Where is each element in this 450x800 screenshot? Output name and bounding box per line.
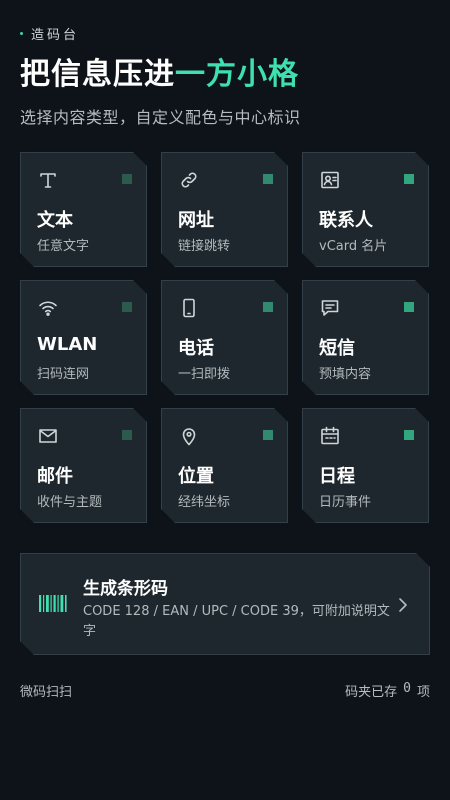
phone-icon [178, 297, 200, 319]
link-icon [178, 169, 200, 191]
saved-count-suffix: 项 [416, 685, 430, 700]
card-description: 链接跳转 [178, 239, 231, 254]
card-indicator [263, 174, 273, 184]
card-description: 收件与主题 [37, 495, 103, 510]
mail-icon [37, 425, 59, 447]
card-indicator [122, 174, 132, 184]
card-title: 短信 [319, 338, 355, 359]
brand-dot-icon [20, 32, 23, 35]
calendar-icon [319, 425, 341, 447]
card-indicator [122, 302, 132, 312]
card-description: 预填内容 [319, 367, 372, 382]
page-title-accent: 一方小格 [175, 57, 299, 92]
card-title: 电话 [178, 338, 214, 359]
saved-count-prefix: 码夹已存 [345, 685, 398, 700]
saved-count-number: 0 [403, 681, 411, 696]
card-title: 日程 [319, 466, 355, 487]
card-wlan[interactable]: WLAN 扫码连网 [20, 280, 147, 395]
card-title: 文本 [37, 210, 73, 231]
card-indicator [263, 430, 273, 440]
card-contact[interactable]: 联系人 vCard 名片 [302, 152, 429, 267]
card-sms[interactable]: 短信 预填内容 [302, 280, 429, 395]
saved-count[interactable]: 码夹已存 0 项 [345, 681, 430, 700]
card-indicator [263, 302, 273, 312]
text-icon [37, 169, 59, 191]
card-text[interactable]: 文本 任意文字 [20, 152, 147, 267]
card-indicator [404, 302, 414, 312]
card-url[interactable]: 网址 链接跳转 [161, 152, 288, 267]
app-root: 造码台 把信息压进一方小格 选择内容类型，自定义配色与中心标识 文本 任意文字 … [0, 0, 450, 800]
contact-card-icon [319, 169, 341, 191]
chevron-right-icon [397, 596, 409, 614]
card-description: 任意文字 [37, 239, 90, 254]
card-email[interactable]: 邮件 收件与主题 [20, 408, 147, 523]
message-icon [319, 297, 341, 319]
card-description: vCard 名片 [319, 239, 388, 254]
card-description: 经纬坐标 [178, 495, 231, 510]
card-title: 网址 [178, 210, 214, 231]
card-description: 一扫即拨 [178, 367, 231, 382]
location-pin-icon [178, 425, 200, 447]
barcode-generator-card[interactable]: 生成条形码 CODE 128 / EAN / UPC / CODE 39，可附加… [20, 553, 430, 655]
card-indicator [404, 430, 414, 440]
card-indicator [404, 174, 414, 184]
barcode-title: 生成条形码 [83, 579, 168, 599]
page-subtitle: 选择内容类型，自定义配色与中心标识 [20, 108, 301, 127]
card-phone[interactable]: 电话 一扫即拨 [161, 280, 288, 395]
card-description: 扫码连网 [37, 367, 90, 382]
card-indicator [122, 430, 132, 440]
page-title: 把信息压进一方小格 [20, 55, 299, 95]
card-calendar[interactable]: 日程 日历事件 [302, 408, 429, 523]
barcode-icon [39, 592, 67, 616]
barcode-description: CODE 128 / EAN / UPC / CODE 39，可附加说明文字 [83, 604, 390, 639]
card-description: 日历事件 [319, 495, 372, 510]
card-title: 邮件 [37, 466, 73, 487]
page-title-main: 把信息压进 [20, 57, 175, 92]
card-title: 位置 [178, 466, 214, 487]
wifi-icon [37, 297, 59, 319]
brand-header: 造码台 [20, 24, 79, 43]
card-location[interactable]: 位置 经纬坐标 [161, 408, 288, 523]
scan-link[interactable]: 微码扫扫 [20, 681, 72, 700]
card-title: 联系人 [319, 210, 373, 231]
brand-name: 造码台 [31, 28, 80, 43]
card-title: WLAN [37, 334, 98, 355]
